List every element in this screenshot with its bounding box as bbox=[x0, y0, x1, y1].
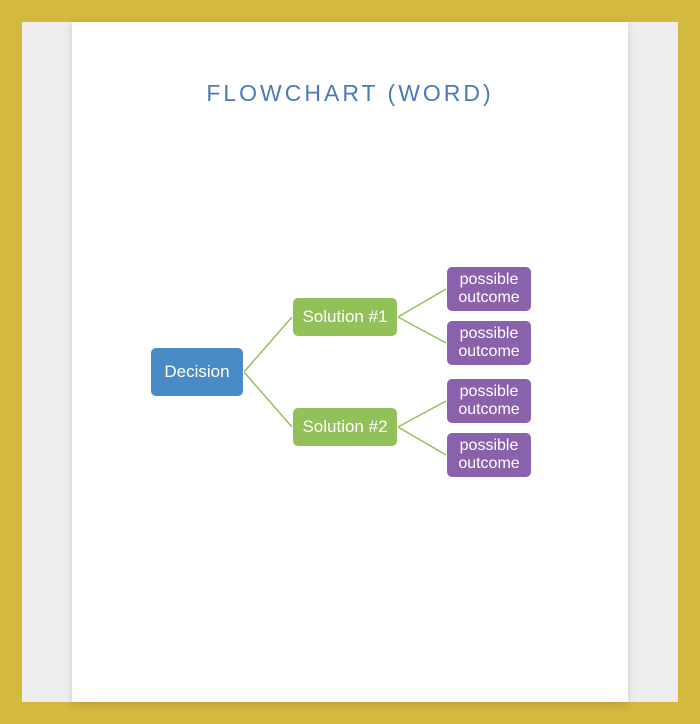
outcome-node-4: possible outcome bbox=[446, 432, 532, 478]
decision-node: Decision bbox=[150, 347, 244, 397]
outer-frame: FLOWCHART (WORD) Decision Solution #1 So… bbox=[22, 22, 678, 702]
page-title: FLOWCHART (WORD) bbox=[72, 80, 628, 107]
document-page: FLOWCHART (WORD) Decision Solution #1 So… bbox=[72, 22, 628, 702]
outcome-node-2: possible outcome bbox=[446, 320, 532, 366]
outcome-node-3: possible outcome bbox=[446, 378, 532, 424]
solution-node-1: Solution #1 bbox=[292, 297, 398, 337]
solution-node-2: Solution #2 bbox=[292, 407, 398, 447]
flowchart-diagram: Decision Solution #1 Solution #2 possibl… bbox=[150, 262, 570, 482]
outcome-node-1: possible outcome bbox=[446, 266, 532, 312]
